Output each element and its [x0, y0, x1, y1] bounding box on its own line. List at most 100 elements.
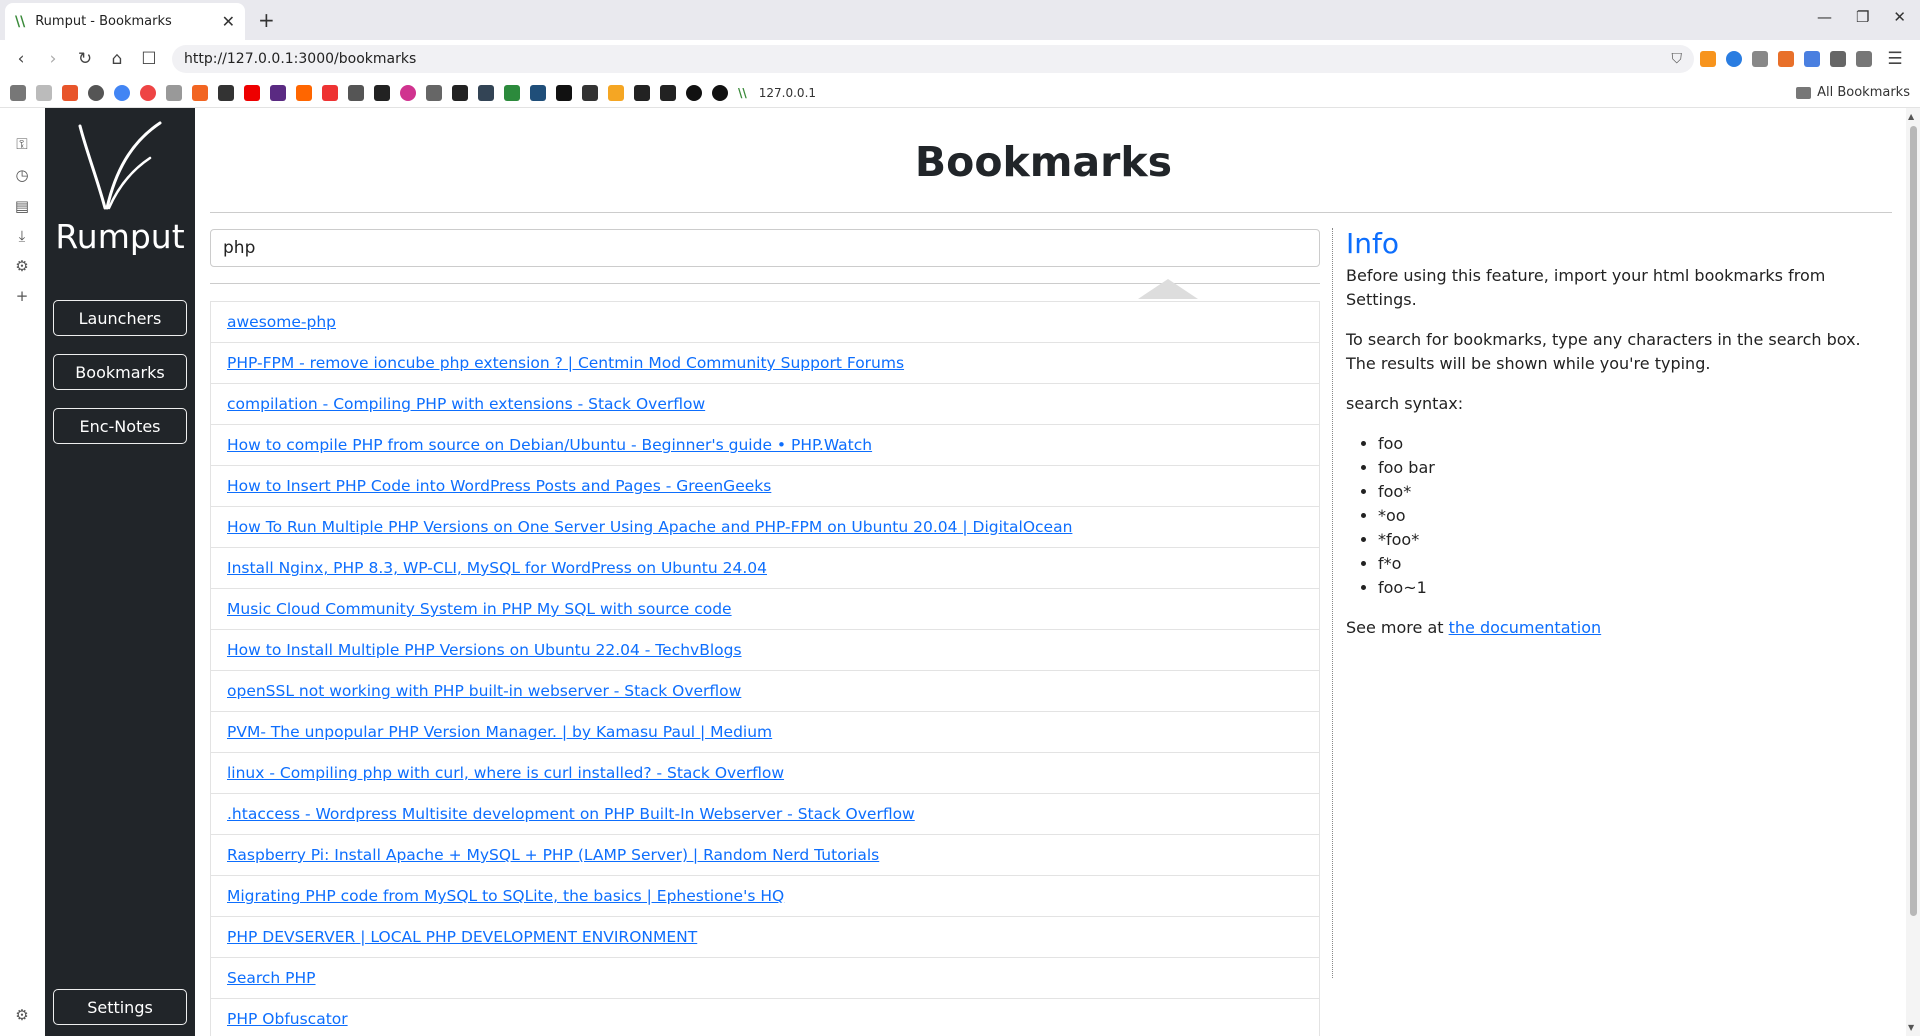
- home-icon[interactable]: ⌂: [104, 46, 130, 72]
- info-search-text: To search for bookmarks, type any charac…: [1346, 330, 1861, 373]
- bookmark-icon-27[interactable]: [712, 84, 728, 101]
- bookmark-icon-17[interactable]: [452, 84, 468, 101]
- address-bar[interactable]: i http://127.0.0.1:3000/bookmarks ⛉: [172, 45, 1694, 134]
- bookmark-link[interactable]: How To Run Multiple PHP Versions on One …: [227, 518, 1072, 536]
- bookmark-icon-24[interactable]: [634, 84, 650, 101]
- tab-strip: \\ Rumput - Bookmarks ✕ + — ❐ ✕: [0, 0, 1920, 40]
- minimize-icon[interactable]: —: [1817, 8, 1832, 26]
- launchers-button[interactable]: Launchers: [53, 300, 187, 336]
- bookmark-icon-11[interactable]: [296, 84, 312, 101]
- apps-grid-icon[interactable]: [10, 84, 26, 101]
- bookmark-link[interactable]: Install Nginx, PHP 8.3, WP-CLI, MySQL fo…: [227, 559, 767, 577]
- bookmark-icon-19[interactable]: [504, 84, 520, 101]
- scroll-down-icon[interactable]: ▼: [1908, 1023, 1914, 1032]
- downloads-icon[interactable]: ⤓: [12, 226, 32, 246]
- brave-bookmark-icon[interactable]: [322, 84, 338, 101]
- bookmarks-bar: \\ 127.0.0.1 All Bookmarks: [0, 78, 1920, 108]
- app-sidebar: Rumput Launchers Bookmarks Enc-Notes Set…: [45, 108, 195, 1036]
- bookmark-link[interactable]: How to Insert PHP Code into WordPress Po…: [227, 477, 771, 495]
- url-text[interactable]: http://127.0.0.1:3000/bookmarks: [184, 51, 416, 67]
- page-scrollbar[interactable]: ▲ ▼: [1906, 108, 1920, 1036]
- search-pointer-shape: [1138, 279, 1198, 299]
- bookmarks-button[interactable]: Bookmarks: [53, 354, 187, 390]
- enc-notes-button[interactable]: Enc-Notes: [53, 408, 187, 444]
- page-title: Bookmarks: [914, 138, 1173, 186]
- bookmark-link[interactable]: Migrating PHP code from MySQL to SQLite,…: [227, 887, 784, 905]
- new-tab-icon[interactable]: +: [258, 8, 275, 32]
- bookmark-link[interactable]: compilation - Compiling PHP with extensi…: [227, 395, 705, 413]
- bookmark-icon-2[interactable]: [62, 84, 78, 101]
- bookmark-link[interactable]: PHP-FPM - remove ioncube php extension ?…: [227, 354, 904, 372]
- menu-icon[interactable]: ☰: [1882, 46, 1908, 72]
- back-icon[interactable]: ‹: [8, 46, 34, 72]
- bookmark-localhost[interactable]: 127.0.0.1: [759, 86, 816, 100]
- bookmark-link[interactable]: PHP Obfuscator: [227, 1010, 348, 1028]
- screenshot-extension-icon[interactable]: [1752, 51, 1768, 67]
- rss-extension-icon[interactable]: [1700, 51, 1716, 67]
- bookmark-icon-8[interactable]: [218, 84, 234, 101]
- add-panel-icon[interactable]: +: [12, 286, 32, 306]
- restore-icon[interactable]: ❐: [1856, 8, 1869, 26]
- bookmark-link[interactable]: How to compile PHP from source on Debian…: [227, 436, 872, 454]
- tab-rumput-bookmarks[interactable]: \\ Rumput - Bookmarks ✕: [5, 3, 245, 40]
- settings-gear-icon[interactable]: ⚙: [12, 256, 32, 276]
- password-key-icon[interactable]: ⚿: [12, 134, 32, 154]
- bookmark-link[interactable]: Raspberry Pi: Install Apache + MySQL + P…: [227, 846, 879, 864]
- bookmark-icon-20[interactable]: [530, 84, 546, 101]
- bookmark-link[interactable]: .htaccess - Wordpress Multisite developm…: [227, 805, 915, 823]
- bookmark-link[interactable]: How to Install Multiple PHP Versions on …: [227, 641, 742, 659]
- bookmark-icon-6[interactable]: [166, 84, 182, 101]
- bookmark-icon-15[interactable]: [400, 84, 416, 101]
- bookmark-icon-22[interactable]: [582, 84, 598, 101]
- forward-icon[interactable]: ›: [40, 46, 66, 72]
- bookmark-link[interactable]: PHP DEVSERVER | LOCAL PHP DEVELOPMENT EN…: [227, 928, 697, 946]
- html-extension-icon[interactable]: [1778, 51, 1794, 67]
- bookmark-icon-16[interactable]: [426, 84, 442, 101]
- bookmark-icon-26[interactable]: [686, 84, 702, 101]
- bookmark-icon-14[interactable]: [374, 84, 390, 101]
- bookmark-icon-1[interactable]: [36, 84, 52, 101]
- bookmark-link[interactable]: Music Cloud Community System in PHP My S…: [227, 600, 732, 618]
- close-tab-icon[interactable]: ✕: [222, 12, 235, 31]
- bookmark-icon-18[interactable]: [478, 84, 494, 101]
- scroll-up-icon[interactable]: ▲: [1908, 112, 1914, 121]
- search-input[interactable]: [210, 229, 1320, 267]
- rumput-logo: [45, 118, 195, 217]
- extensions-puzzle-icon[interactable]: [1830, 51, 1846, 67]
- bookmark-icon-7[interactable]: [192, 84, 208, 101]
- youtube-bookmark-icon[interactable]: [244, 84, 260, 101]
- google-bookmark-icon[interactable]: [114, 84, 130, 101]
- reading-list-icon[interactable]: ▤: [12, 196, 32, 216]
- bookmark-icon-23[interactable]: [608, 84, 624, 101]
- translate-extension-icon[interactable]: [1804, 51, 1820, 67]
- bookmark-link[interactable]: Search PHP: [227, 969, 316, 987]
- sidebar-toggle-icon[interactable]: [1856, 51, 1872, 67]
- bookmark-icon-10[interactable]: [270, 84, 286, 101]
- bookmark-link[interactable]: linux - Compiling php with curl, where i…: [227, 764, 784, 782]
- history-icon[interactable]: ◷: [12, 165, 32, 185]
- reload-icon[interactable]: ↻: [72, 46, 98, 72]
- all-bookmarks-button[interactable]: All Bookmarks: [1796, 85, 1910, 100]
- bitwarden-extension-icon[interactable]: [1726, 51, 1742, 67]
- page-content: ⚿ ◷ ▤ ⤓ ⚙ + ⚙ Rumput Launchers Bookmarks…: [0, 108, 1920, 1036]
- bookmark-icon-25[interactable]: [660, 84, 676, 101]
- navigation-bar: ‹ › ↻ ⌂ ☐ i http://127.0.0.1:3000/bookma…: [0, 40, 1920, 134]
- x-bookmark-icon[interactable]: [556, 84, 572, 101]
- bookmark-link[interactable]: PVM- The unpopular PHP Version Manager. …: [227, 723, 772, 741]
- result-row: openSSL not working with PHP built-in we…: [211, 671, 1319, 712]
- result-row: PVM- The unpopular PHP Version Manager. …: [211, 712, 1319, 753]
- rail-settings-icon[interactable]: ⚙: [12, 1005, 32, 1025]
- bookmark-link[interactable]: openSSL not working with PHP built-in we…: [227, 682, 741, 700]
- scrollbar-thumb[interactable]: [1910, 126, 1917, 916]
- close-window-icon[interactable]: ✕: [1893, 8, 1906, 26]
- bookmark-icon-5[interactable]: [140, 84, 156, 101]
- info-more-prefix: See more at: [1346, 618, 1449, 637]
- bookmark-icon-13[interactable]: [348, 84, 364, 101]
- bookmark-page-icon[interactable]: ☐: [136, 46, 162, 72]
- result-row: Migrating PHP code from MySQL to SQLite,…: [211, 876, 1319, 917]
- documentation-link[interactable]: the documentation: [1449, 618, 1602, 637]
- bookmark-icon-3[interactable]: [88, 84, 104, 101]
- brave-shield-icon[interactable]: ⛉: [1672, 51, 1683, 67]
- settings-button[interactable]: Settings: [53, 989, 187, 1025]
- bookmark-link[interactable]: awesome-php: [227, 313, 336, 331]
